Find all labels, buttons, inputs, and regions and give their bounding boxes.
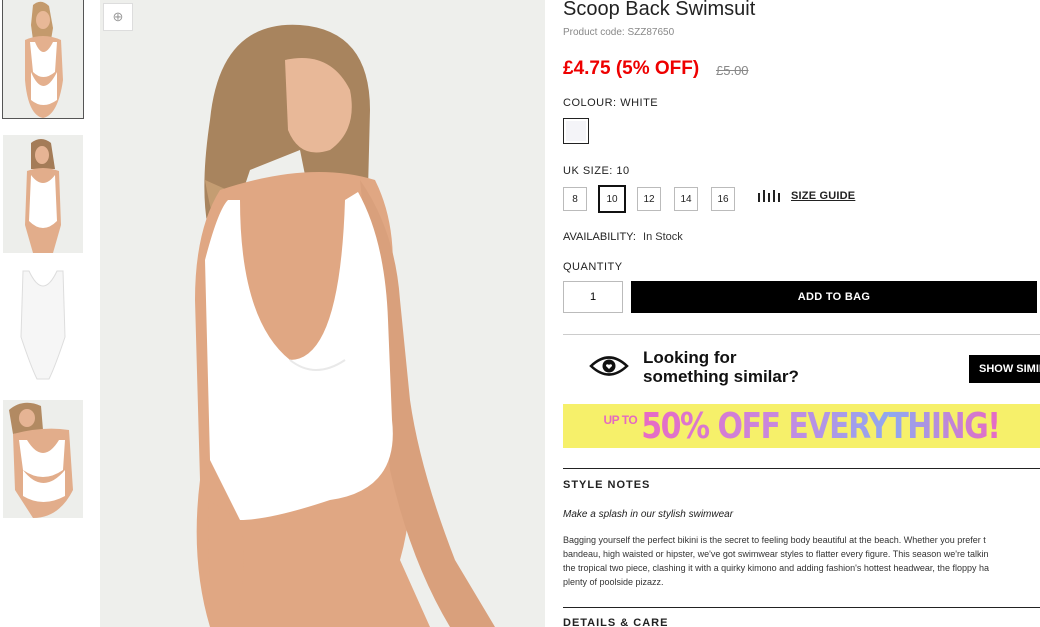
size-option-12[interactable]: 12 [637,187,661,211]
details-care-heading[interactable]: DETAILS & CARE [563,617,668,627]
product-thumbnail-image [3,0,83,118]
product-details-panel: Scoop Back Swimsuit Product code: SZZ876… [563,0,1040,627]
product-thumbnail-image [3,400,83,518]
show-similar-button[interactable]: SHOW SIMILAR [969,355,1040,383]
product-thumbnail-image [3,135,83,253]
divider [563,607,1040,608]
thumbnail-4[interactable] [3,400,83,518]
availability: AVAILABILITY: In Stock [563,231,683,243]
size-value: 10 [616,165,630,177]
product-title: Scoop Back Swimsuit [563,0,756,20]
divider [563,468,1040,469]
size-guide-link[interactable]: SIZE GUIDE [758,190,855,202]
promo-up-to: UP TO [603,413,638,427]
eye-icon [589,353,629,384]
colour-value: WHITE [620,97,659,109]
promo-banner[interactable]: UP TO 50% OFF EVERYTHING! [563,404,1040,448]
size-option-8[interactable]: 8 [563,187,587,211]
size-selector: 8 10 12 14 16 [563,185,748,213]
size-option-16[interactable]: 16 [711,187,735,211]
ruler-icon [758,190,783,202]
colour-label: COLOUR: WHITE [563,97,659,109]
size-option-10[interactable]: 10 [598,185,626,213]
model-photo [100,0,545,627]
colour-swatch-white[interactable] [563,118,589,144]
add-to-bag-button[interactable]: ADD TO BAG [631,281,1037,313]
style-notes-tagline: Make a splash in our stylish swimwear [563,509,734,520]
size-guide-label: SIZE GUIDE [791,190,856,202]
main-product-image[interactable] [100,0,545,627]
quantity-label: QUANTITY [563,261,623,273]
style-notes-heading[interactable]: STYLE NOTES [563,479,650,491]
quantity-input[interactable] [563,281,623,313]
promo-headline: 50% OFF EVERYTHING! [641,405,1001,447]
zoom-in-icon: ⊕ [112,9,124,24]
zoom-icon[interactable]: ⊕ [103,3,133,31]
thumbnail-2[interactable] [3,135,83,253]
sale-price: £4.75 (5% OFF) [563,58,700,79]
similar-prompt: Looking for something similar? [643,348,799,386]
thumbnail-1[interactable] [2,0,84,119]
divider [563,334,1040,335]
size-label: UK SIZE: 10 [563,165,630,177]
thumbnail-3[interactable] [3,267,83,385]
availability-value: In Stock [643,231,683,243]
product-code: Product code: SZZ87650 [563,27,675,38]
product-thumbnail-image [3,267,83,385]
original-price: £5.00 [716,63,749,78]
size-option-14[interactable]: 14 [674,187,698,211]
style-notes-description: Bagging yourself the perfect bikini is t… [563,535,989,587]
